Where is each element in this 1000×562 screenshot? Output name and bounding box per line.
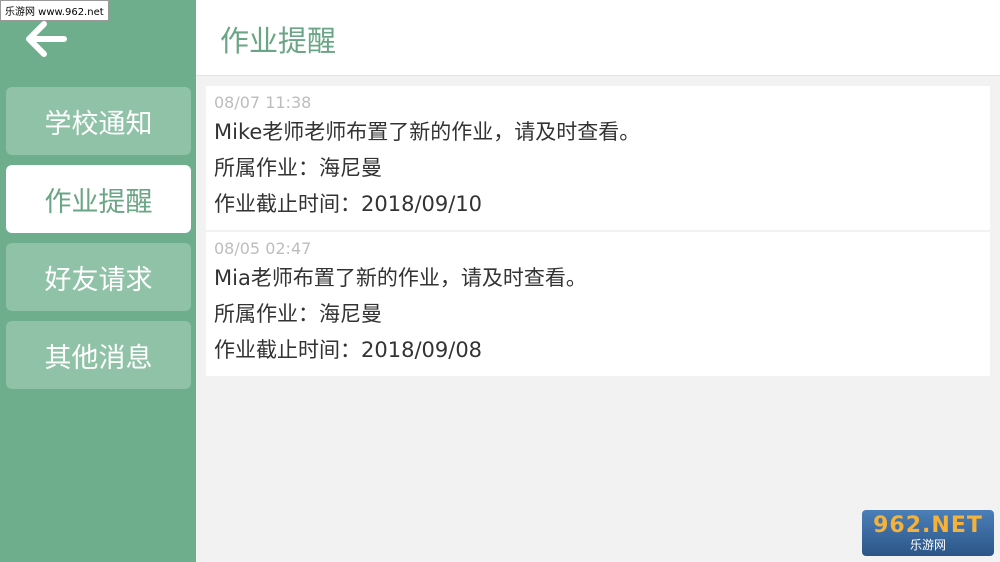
sidebar: 学校通知 作业提醒 好友请求 其他消息 <box>0 0 196 562</box>
notification-message: Mike老师老师布置了新的作业，请及时查看。 <box>214 120 641 144</box>
notification-time: 08/05 02:47 <box>214 239 312 258</box>
notification-deadline: 作业截止时间：2018/09/08 <box>214 338 483 362</box>
notification-deadline: 作业截止时间：2018/09/10 <box>214 192 483 216</box>
sidebar-item-label: 好友请求 <box>44 264 153 296</box>
notification-time: 08/07 11:38 <box>214 93 312 112</box>
watermark-top-left: 乐游网 www.962.net <box>0 0 109 21</box>
sidebar-item-label: 作业提醒 <box>44 186 153 218</box>
notification-card[interactable]: 08/05 02:47 Mia老师布置了新的作业，请及时查看。 所属作业：海尼曼… <box>206 232 990 376</box>
notification-homework: 所属作业：海尼曼 <box>214 302 382 326</box>
watermark-logo-subtext: 乐游网 <box>909 538 946 552</box>
notification-list: 08/07 11:38 Mike老师老师布置了新的作业，请及时查看。 所属作业：… <box>206 86 990 378</box>
header: 作业提醒 <box>196 0 1000 76</box>
notification-message: Mia老师布置了新的作业，请及时查看。 <box>214 266 587 290</box>
sidebar-item-school-notice[interactable]: 学校通知 <box>6 87 191 155</box>
sidebar-item-label: 其他消息 <box>44 342 153 374</box>
sidebar-item-friend-requests[interactable]: 好友请求 <box>6 243 191 311</box>
watermark-logo: 962.NET 乐游网 <box>862 510 994 556</box>
watermark-logo-text: 962.NET <box>873 513 983 538</box>
notification-card[interactable]: 08/07 11:38 Mike老师老师布置了新的作业，请及时查看。 所属作业：… <box>206 86 990 230</box>
sidebar-item-other-messages[interactable]: 其他消息 <box>6 321 191 389</box>
notification-homework: 所属作业：海尼曼 <box>214 156 382 180</box>
back-button[interactable] <box>18 14 74 64</box>
back-arrow-icon <box>26 21 67 57</box>
sidebar-item-label: 学校通知 <box>44 108 153 140</box>
sidebar-item-homework-reminder[interactable]: 作业提醒 <box>6 165 191 233</box>
page-title: 作业提醒 <box>220 24 337 58</box>
